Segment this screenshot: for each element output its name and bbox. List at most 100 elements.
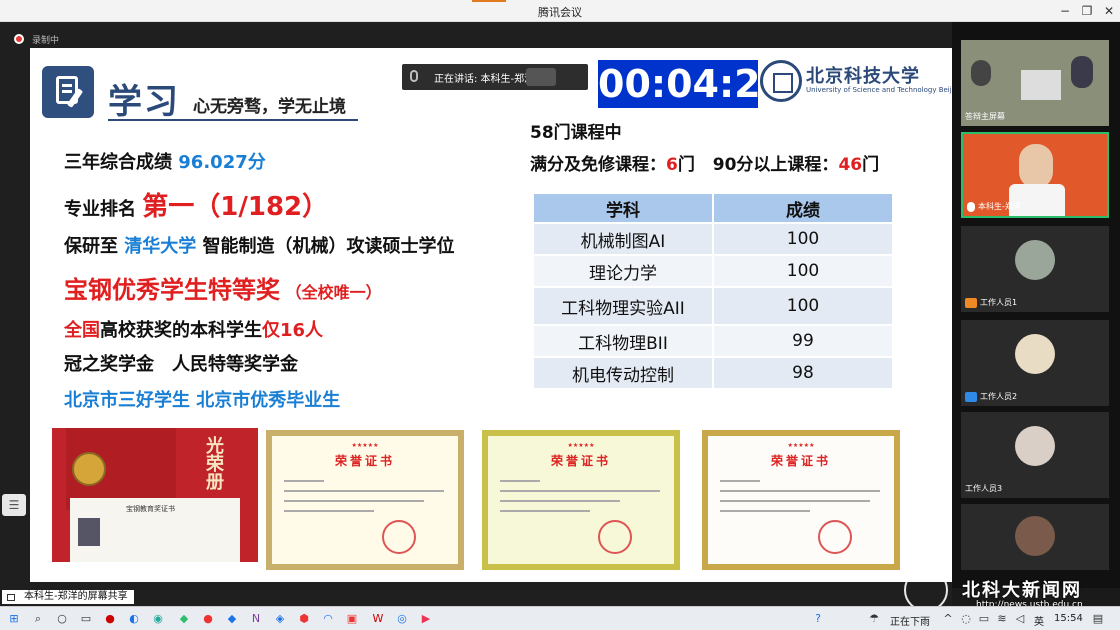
cell-score: 100 [712, 286, 894, 326]
browser-icon[interactable]: ◉ [150, 611, 166, 627]
participant-tile-staff1[interactable]: 工作人员1 [961, 226, 1109, 312]
app-icon[interactable]: ● [102, 611, 118, 627]
award-note: （全校唯一） [285, 283, 382, 302]
cell-subject: 工科物理BII [532, 324, 714, 358]
course-summary: 满分及免修课程：6门 90分以上课程：46门 [530, 150, 879, 175]
qq-icon[interactable]: ◐ [126, 611, 142, 627]
grad-suffix: 智能制造（机械）攻读硕士学位 [202, 236, 455, 257]
slide-subheading: 心无旁骛，学无止境 [193, 97, 346, 117]
table-row: 工科物理BII 99 [532, 324, 894, 358]
weather-text: 正在下雨 [890, 617, 930, 628]
close-button[interactable]: ✕ [1100, 3, 1118, 19]
award-main: 宝钢优秀学生特等奖 [64, 276, 280, 304]
app-icon[interactable]: ◎ [394, 611, 410, 627]
notification-icon[interactable]: ▤ [1090, 611, 1106, 627]
medal-paper-title: 宝钢教育奖证书 [126, 505, 175, 513]
participant-panel: 答辩主屏幕 本科生-郑洋 工作人员1 工作人员2 工作人员3 [952, 22, 1120, 588]
app-icon[interactable]: ◆ [224, 611, 240, 627]
table-row: 理论力学 100 [532, 254, 894, 288]
windows-taskbar: ⊞ ⌕ ○ ▭ ● ◐ ◉ ◆ ● ◆ N ◈ ⬢ ◠ ▣ W ◎ ▶ ? ☂ … [0, 606, 1120, 630]
wifi-icon[interactable]: ≋ [994, 611, 1010, 627]
app-icon[interactable]: ▶ [418, 611, 434, 627]
cell-subject: 理论力学 [532, 254, 714, 288]
cortana-icon[interactable]: ○ [54, 611, 70, 627]
app-icon[interactable]: ◈ [272, 611, 288, 627]
award-line: 宝钢优秀学生特等奖 （全校唯一） [64, 270, 382, 305]
onenote-icon[interactable]: N [248, 611, 264, 627]
start-icon[interactable]: ⊞ [6, 611, 22, 627]
full-score-count: 6 [666, 155, 678, 175]
countdown-timer: 00:04:22 [598, 60, 788, 108]
help-icon[interactable]: ? [810, 611, 826, 627]
cell-score: 100 [712, 222, 894, 256]
tencent-meeting-icon[interactable]: ◠ [320, 611, 336, 627]
slide-menu-button[interactable]: ☰ [2, 494, 26, 516]
participant-tile-main[interactable]: 答辩主屏幕 [961, 40, 1109, 126]
user-icon [965, 391, 977, 402]
screen: 腾讯会议 − ❐ ✕ 录制中 学习 心无旁骛，学无止境 正在讲话: 本科生-郑洋… [0, 0, 1120, 630]
cell-score: 98 [712, 356, 894, 390]
cert-title: 荣誉证书 [550, 454, 611, 468]
ime-indicator[interactable]: 英 [1034, 613, 1044, 628]
participant-name: 工作人员1 [965, 297, 1017, 308]
header-score: 成绩 [712, 192, 894, 224]
avatar [1015, 240, 1055, 280]
national-a: 全国 [64, 320, 100, 341]
app-icon[interactable]: ▣ [344, 611, 360, 627]
heading-underline [108, 119, 358, 121]
honors-line: 北京市三好学生 北京市优秀毕业生 [64, 390, 341, 411]
search-icon[interactable]: ⌕ [30, 611, 46, 627]
participant-name: 答辩主屏幕 [965, 112, 1005, 121]
participant-tile-staff2[interactable]: 工作人员2 [961, 320, 1109, 406]
window-title: 腾讯会议 [538, 6, 582, 19]
speaker-thumbnail [526, 68, 556, 86]
participant-tile-speaker[interactable]: 本科生-郑洋 [961, 132, 1109, 218]
medal-book-title: 光荣册 [203, 436, 224, 490]
network-icon[interactable]: ◌ [958, 611, 974, 627]
mic-icon [410, 70, 418, 82]
app-icon[interactable]: ● [200, 611, 216, 627]
task-view-icon[interactable]: ▭ [78, 611, 94, 627]
participant-name: 工作人员3 [965, 484, 1003, 493]
clock[interactable]: 15:54 [1054, 613, 1083, 624]
university-logo: 北京科技大学 University of Science and Technol… [760, 60, 952, 104]
full-score-unit: 门 [677, 155, 695, 175]
grad-school: 清华大学 [124, 236, 197, 257]
user-icon [965, 297, 977, 308]
table-row: 机电传动控制 98 [532, 356, 894, 390]
university-seal-icon [760, 60, 802, 102]
screen-share-icon [7, 594, 15, 601]
wechat-icon[interactable]: ◆ [176, 611, 192, 627]
shared-slide: 学习 心无旁骛，学无止境 正在讲话: 本科生-郑洋; 00:04:22 北京科技… [30, 48, 952, 582]
wps-icon[interactable]: W [370, 611, 386, 627]
cell-subject: 机电传动控制 [532, 356, 714, 390]
medal-icon [72, 452, 106, 486]
minimize-button[interactable]: − [1056, 3, 1074, 19]
grades-table: 学科 成绩 机械制图AI 100 理论力学 100 工科物理实验AII 100 [532, 192, 894, 390]
cell-subject: 工科物理实验AII [532, 286, 714, 326]
table-row: 工科物理实验AII 100 [532, 286, 894, 326]
restore-button[interactable]: ❐ [1078, 3, 1096, 19]
table-row: 机械制图AI 100 [532, 222, 894, 256]
cell-subject: 机械制图AI [532, 222, 714, 256]
volume-icon[interactable]: ◁ [1012, 611, 1028, 627]
university-name-en: University of Science and Technology Bei… [806, 86, 952, 94]
course-total: 58门课程中 [530, 123, 622, 143]
battery-icon[interactable]: ▭ [976, 611, 992, 627]
app-icon[interactable]: ⬢ [296, 611, 312, 627]
score-label: 三年综合成绩 [64, 152, 172, 173]
rank-line: 专业排名 第一（1/182） [64, 186, 328, 223]
share-status-bar: 本科生-郑洋的屏幕共享 [0, 588, 952, 606]
weather-icon: ☂ [869, 612, 879, 625]
participant-tile-extra[interactable] [961, 504, 1109, 570]
national-line: 全国高校获奖的本科学生仅16人 [64, 316, 323, 342]
speaking-indicator: 正在讲话: 本科生-郑洋; [402, 64, 588, 90]
cert-title: 荣誉证书 [770, 454, 831, 468]
recording-icon [14, 34, 24, 44]
national-b: 高校获奖的本科学生 [100, 320, 262, 341]
score-line: 三年综合成绩 96.027分 [64, 148, 266, 174]
participant-tile-staff3[interactable]: 工作人员3 [961, 412, 1109, 498]
cert-title: 荣誉证书 [334, 454, 395, 468]
share-status[interactable]: 本科生-郑洋的屏幕共享 [2, 590, 134, 604]
tray-arrow-icon[interactable]: ^ [940, 611, 956, 627]
